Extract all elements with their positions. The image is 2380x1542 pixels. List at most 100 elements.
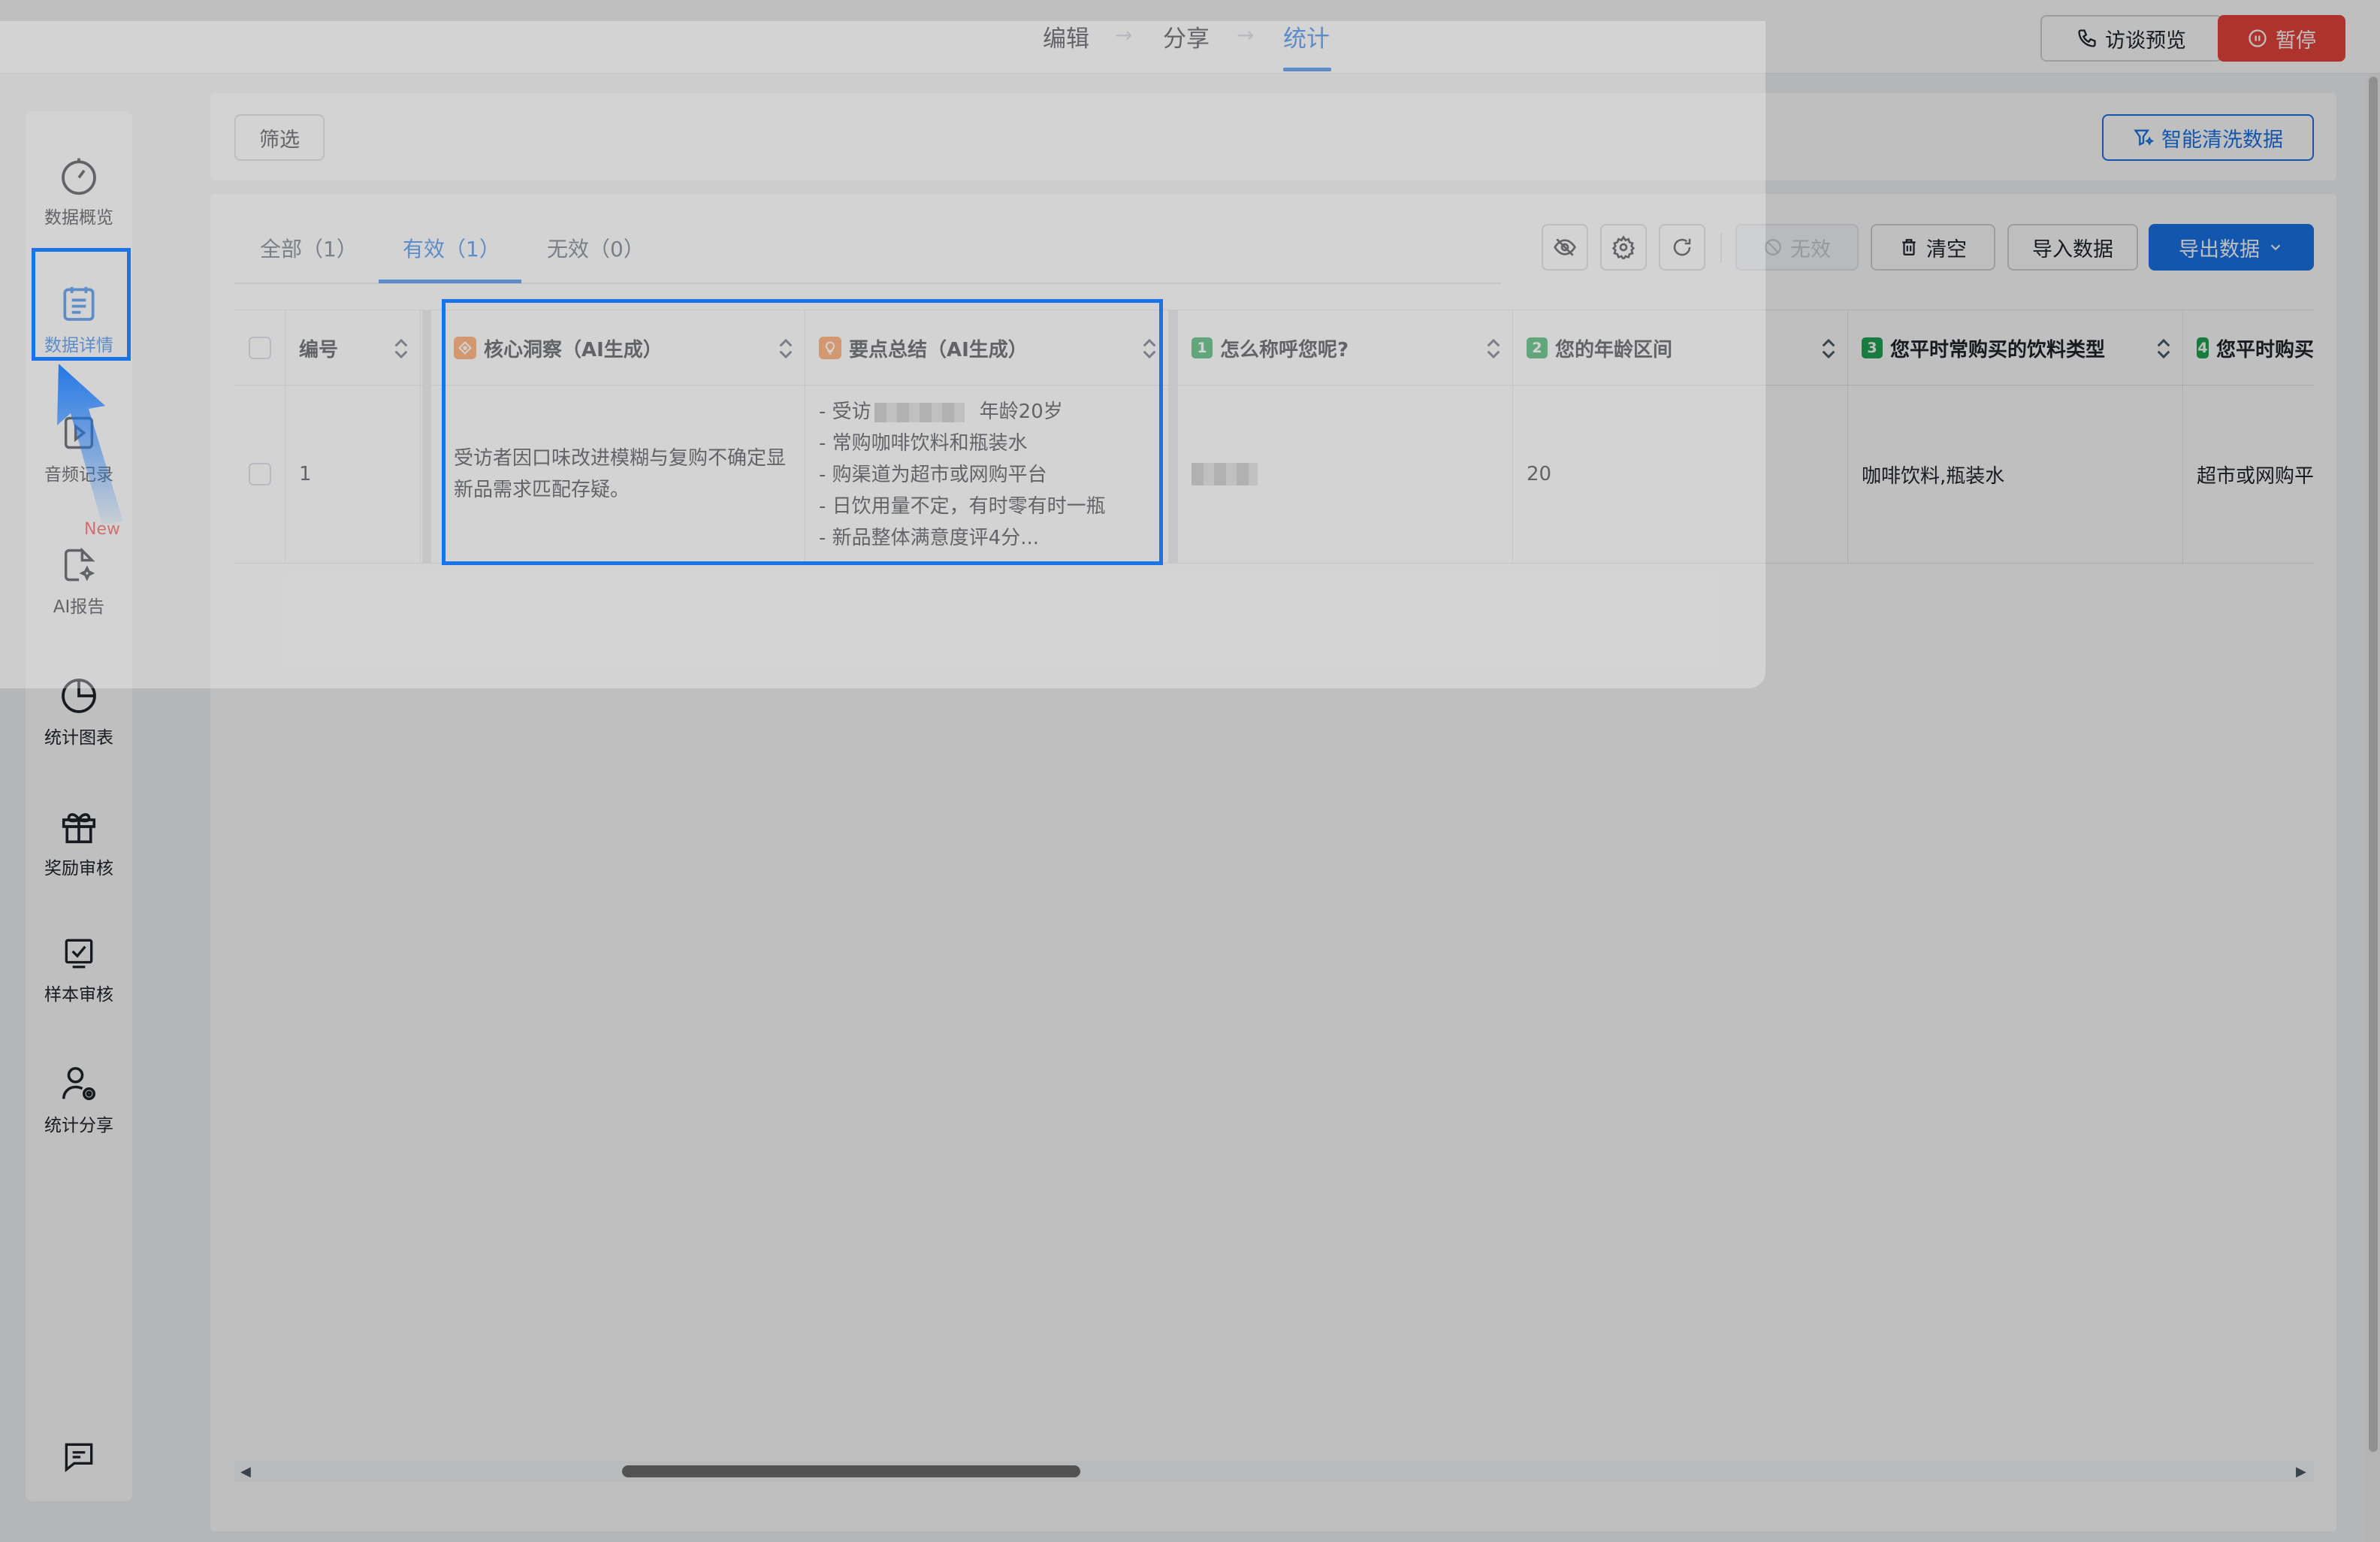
gift-icon [56,804,101,849]
row-select-cell[interactable] [234,386,285,563]
age-value: 20 [1527,463,1552,485]
step-statistics[interactable]: 统计 [1283,20,1330,53]
header-q4-label: 您平时购买 [2215,338,2314,361]
header-id-label: 编号 [299,338,339,361]
ai-report-icon [56,543,101,588]
filter-sparkle-icon [2133,127,2154,148]
interview-preview-button[interactable]: 访谈预览 [2040,15,2222,62]
guide-arrow-icon [57,364,123,525]
dashboard-icon [56,153,101,198]
sidebar-item-sample-review[interactable]: 样本审核 [26,924,132,1022]
question-number-badge: 4 [2197,337,2209,358]
ban-icon [1763,237,1783,257]
active-step-indicator [1283,68,1331,71]
export-data-button[interactable]: 导出数据 [2149,224,2314,271]
sidebar-item-reward-review[interactable]: 奖励审核 [26,798,132,896]
settings-button[interactable] [1600,224,1647,271]
header-id[interactable]: 编号 [285,310,421,386]
highlight-data-details [32,248,131,361]
cell-id: 1 [285,386,421,563]
tab-all[interactable]: 全部（1） [260,233,358,263]
page-scrollbar-thumb[interactable] [2369,77,2378,1452]
pause-label: 暂停 [2276,29,2316,53]
arrow-right-icon: → [1115,23,1133,47]
sidebar-item-data-overview[interactable]: 数据概览 [26,147,132,245]
clear-button[interactable]: 清空 [1871,224,1995,271]
toolbar-divider [1720,233,1722,263]
sidebar-item-label: 统计分享 [44,1116,113,1135]
gear-icon [1611,235,1635,259]
cell-q4-channel: 超市或网购平 [2183,386,2314,563]
sidebar-item-statistics-chart[interactable]: 统计图表 [26,667,132,765]
scroll-right-icon[interactable]: ▶ [2296,1464,2306,1480]
refresh-icon [1671,236,1693,259]
pie-chart-icon [56,673,101,718]
clear-label: 清空 [1926,237,1967,262]
filter-bar: 筛选 智能清洗数据 [210,93,2336,180]
pause-button[interactable]: 暂停 [2218,15,2345,62]
sidebar-item-statistics-share[interactable]: 统计分享 [26,1055,132,1153]
step-share[interactable]: 分享 [1163,20,1210,53]
header-q1-name[interactable]: 1 怎么称呼您呢? [1178,310,1513,386]
header-q3-label: 您平时常购买的饮料类型 [1890,338,2106,361]
header-q2-label: 您的年龄区间 [1555,338,1673,361]
page-scrollbar[interactable] [2366,74,2380,1542]
row-id: 1 [299,463,312,485]
step-edit[interactable]: 编辑 [1043,20,1089,53]
sidebar-item-label: 统计图表 [44,728,113,748]
sidebar-item-label: 奖励审核 [44,859,113,878]
sidebar-item-label: 数据概览 [44,208,113,228]
cell-q3-drinks: 咖啡饮料,瓶装水 [1848,386,2183,563]
header-q1-label: 怎么称呼您呢? [1220,338,1349,361]
eye-off-icon [1553,235,1577,259]
drinks-value: 咖啡饮料,瓶装水 [1862,464,2005,488]
sidebar-item-label: 样本审核 [44,985,113,1005]
top-navigation-bar: 编辑 → 分享 → 统计 访谈预览 暂停 [0,0,2380,74]
sidebar-item-label: AI报告 [53,597,105,617]
highlight-ai-columns [442,299,1163,565]
pause-circle-icon [2247,28,2268,49]
scrollbar-thumb[interactable] [622,1465,1080,1477]
cell-q2-age: 20 [1513,386,1848,563]
horizontal-scrollbar[interactable]: ◀ ▶ [234,1461,2314,1482]
scroll-left-icon[interactable]: ◀ [240,1464,251,1480]
sort-icon[interactable] [393,337,409,360]
refresh-button[interactable] [1659,224,1705,271]
active-tab-indicator [379,280,521,283]
export-data-label: 导出数据 [2179,237,2260,262]
sidebar-item-ai-report[interactable]: AI报告 [26,537,132,634]
filter-label: 筛选 [259,128,300,152]
blurred-name [1192,463,1258,485]
sort-icon[interactable] [1820,337,1837,360]
interview-preview-label: 访谈预览 [2105,29,2186,53]
mark-invalid-button[interactable]: 无效 [1735,224,1859,271]
header-q4-channel[interactable]: 4 您平时购买 [2183,310,2314,386]
chevron-down-icon [2267,239,2284,255]
tab-invalid[interactable]: 无效（0） [547,233,645,263]
filter-button[interactable]: 筛选 [234,114,325,161]
import-data-button[interactable]: 导入数据 [2007,224,2138,271]
row-checkbox[interactable] [248,463,271,485]
cell-q1-name [1178,386,1513,563]
mark-invalid-label: 无效 [1790,237,1831,262]
smart-clean-label: 智能清洗数据 [2161,128,2283,152]
phone-icon [2076,28,2098,49]
channel-value: 超市或网购平 [2197,464,2314,488]
tab-valid[interactable]: 有效（1） [403,233,500,263]
header-q2-age[interactable]: 2 您的年龄区间 [1513,310,1848,386]
header-q3-drinks[interactable]: 3 您平时常购买的饮料类型 [1848,310,2183,386]
sort-icon[interactable] [2155,337,2172,360]
sort-icon[interactable] [1485,337,1502,360]
header-select-all[interactable] [234,310,285,386]
arrow-right-icon: → [1237,23,1255,47]
sample-check-icon [56,930,101,975]
smart-clean-data-button[interactable]: 智能清洗数据 [2102,114,2314,161]
trash-icon [1899,237,1919,257]
column-resize-handle[interactable] [1169,310,1178,563]
frozen-column-divider [422,310,431,563]
question-number-badge: 3 [1862,337,1883,358]
hide-columns-button[interactable] [1542,224,1588,271]
import-data-label: 导入数据 [2032,237,2113,262]
select-all-checkbox[interactable] [248,337,271,359]
feedback-chat-icon[interactable] [60,1438,98,1476]
